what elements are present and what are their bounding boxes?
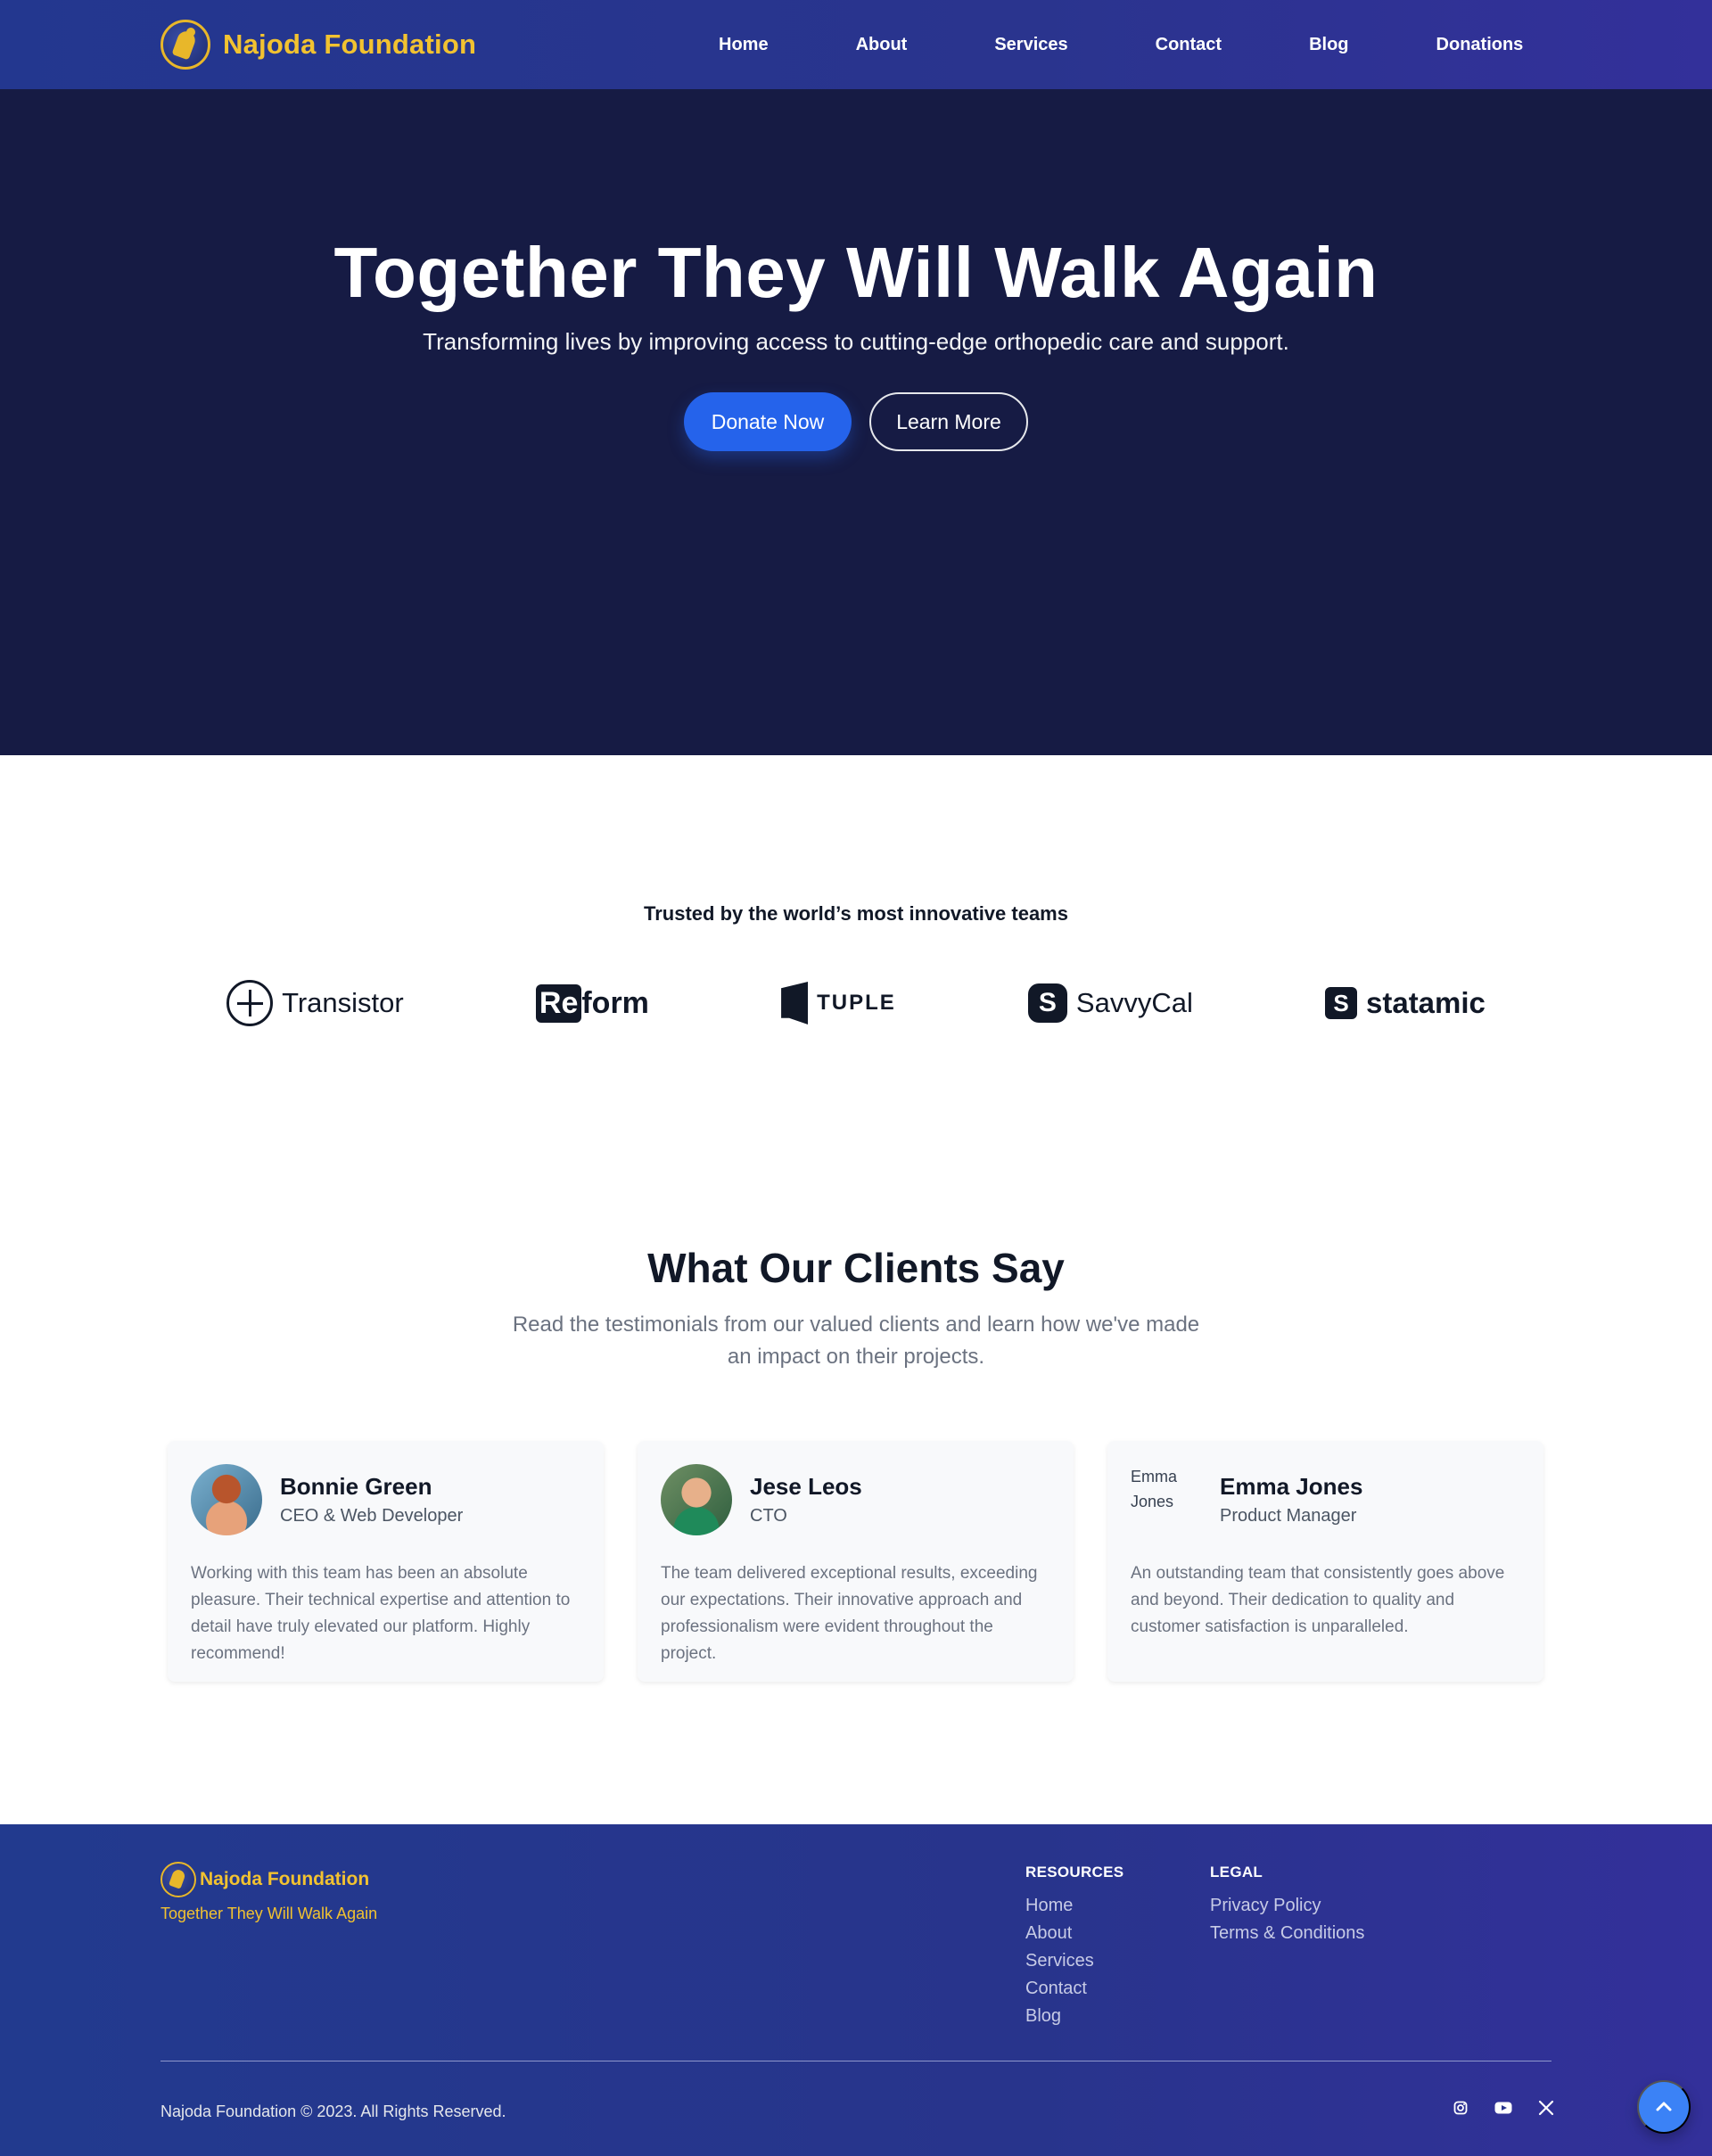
footer-brand-name: Najoda Foundation <box>200 1869 370 1889</box>
logo-tuple-text: TUPLE <box>817 991 896 1015</box>
social-links <box>1452 2099 1555 2117</box>
hero-title: Together They Will Walk Again <box>333 233 1379 312</box>
hero-section: Together They Will Walk Again Transformi… <box>0 89 1712 755</box>
footer-link-home[interactable]: Home <box>1025 1896 1124 1916</box>
nav-link-home[interactable]: Home <box>719 35 769 55</box>
nav-link-services[interactable]: Services <box>994 35 1067 55</box>
testimonial-quote: Working with this team has been an absol… <box>191 1564 571 1663</box>
person-name: Bonnie Green <box>280 1473 432 1500</box>
brand-link[interactable]: Najoda Foundation <box>160 20 476 70</box>
testimonial-header: Jese Leos CTO <box>661 1464 1050 1535</box>
youtube-icon[interactable] <box>1494 2099 1512 2117</box>
hero-subtitle: Transforming lives by improving access t… <box>423 328 1289 355</box>
nav-link-donations[interactable]: Donations <box>1436 35 1524 55</box>
broken-avatar-image: Emma Jones <box>1131 1464 1202 1535</box>
nav-link-about[interactable]: About <box>856 35 908 55</box>
footer-link-services[interactable]: Services <box>1025 1951 1124 1971</box>
top-navbar: Najoda Foundation Home About Services Co… <box>0 0 1712 89</box>
logo-statamic: S statamic <box>1325 986 1486 1020</box>
reform-icon: Re <box>535 983 582 1023</box>
avatar <box>661 1464 732 1535</box>
footer-link-terms[interactable]: Terms & Conditions <box>1210 1923 1364 1944</box>
avatar-alt-text: Emma Jones <box>1131 1468 1178 1510</box>
person-name: Emma Jones <box>1220 1473 1363 1500</box>
footer-brand-link[interactable]: Najoda Foundation <box>160 1862 369 1897</box>
testimonial-card: Bonnie Green CEO & Web Developer Working… <box>168 1441 604 1682</box>
person-role: CTO <box>750 1506 787 1526</box>
learn-more-button[interactable]: Learn More <box>869 392 1028 451</box>
logo-savvycal-text: SavvyCal <box>1075 987 1193 1018</box>
transistor-icon <box>226 980 274 1026</box>
nav-link-blog[interactable]: Blog <box>1309 35 1348 55</box>
person-role: CEO & Web Developer <box>280 1506 464 1526</box>
foundation-logo-icon <box>160 1862 196 1897</box>
testimonial-quote: An outstanding team that consistently go… <box>1131 1564 1505 1636</box>
testimonial-header: Emma Jones Emma Jones Product Manager <box>1131 1464 1520 1535</box>
x-icon[interactable] <box>1537 2099 1555 2117</box>
footer-link-contact[interactable]: Contact <box>1025 1979 1124 1999</box>
chevron-up-icon <box>1656 2102 1672 2111</box>
footer-legal-column: LEGAL Privacy Policy Terms & Conditions <box>1210 1864 1364 1951</box>
donate-now-button[interactable]: Donate Now <box>684 392 852 451</box>
scroll-to-top-button[interactable] <box>1637 2080 1691 2134</box>
footer-legal-heading: LEGAL <box>1210 1864 1263 1880</box>
footer-resources-heading: RESOURCES <box>1025 1864 1124 1880</box>
testimonial-header: Bonnie Green CEO & Web Developer <box>191 1464 580 1535</box>
footer-link-blog[interactable]: Blog <box>1025 2006 1124 2027</box>
footer-link-about[interactable]: About <box>1025 1923 1124 1944</box>
statamic-icon: S <box>1325 987 1357 1019</box>
testimonials-subtitle: Read the testimonials from our valued cl… <box>512 1313 1200 1369</box>
footer-resources-column: RESOURCES Home About Services Contact Bl… <box>1025 1864 1124 2034</box>
copyright-text: Najoda Foundation © 2023. All Rights Res… <box>160 2103 506 2120</box>
testimonial-quote: The team delivered exceptional results, … <box>661 1564 1038 1663</box>
logo-statamic-text: statamic <box>1366 986 1486 1019</box>
partner-logos: Transistor Re form TUPLE S SavvyCal S st… <box>160 976 1552 1030</box>
site-footer: Najoda Foundation Together They Will Wal… <box>0 1824 1712 2156</box>
testimonial-cards: Bonnie Green CEO & Web Developer Working… <box>168 1441 1544 1682</box>
brand-name: Najoda Foundation <box>223 29 477 60</box>
foundation-logo-icon <box>160 20 210 70</box>
footer-link-privacy-policy[interactable]: Privacy Policy <box>1210 1896 1364 1916</box>
logo-reform-text: form <box>581 985 649 1020</box>
footer-tagline: Together They Will Walk Again <box>160 1905 378 1922</box>
person-name: Jese Leos <box>750 1473 862 1500</box>
logo-savvycal: S SavvyCal <box>1027 983 1193 1023</box>
trusted-by-title: Trusted by the world’s most innovative t… <box>644 902 1068 925</box>
nav-link-contact[interactable]: Contact <box>1156 35 1222 55</box>
avatar <box>191 1464 262 1535</box>
instagram-icon[interactable] <box>1452 2099 1469 2117</box>
testimonial-card: Emma Jones Emma Jones Product Manager An… <box>1107 1441 1543 1682</box>
savvycal-icon: S <box>1027 983 1067 1023</box>
tuple-icon <box>781 982 809 1025</box>
main-nav: Home About Services Contact Blog Donatio… <box>719 0 1523 89</box>
person-role: Product Manager <box>1220 1506 1357 1526</box>
logo-transistor: Transistor <box>226 980 404 1026</box>
logo-tuple: TUPLE <box>781 982 896 1025</box>
testimonial-card: Jese Leos CTO The team delivered excepti… <box>638 1441 1074 1682</box>
logo-transistor-text: Transistor <box>282 987 404 1018</box>
hero-actions: Donate Now Learn More <box>0 392 1712 451</box>
logo-reform: Re form <box>535 983 649 1023</box>
testimonials-title: What Our Clients Say <box>647 1245 1065 1291</box>
